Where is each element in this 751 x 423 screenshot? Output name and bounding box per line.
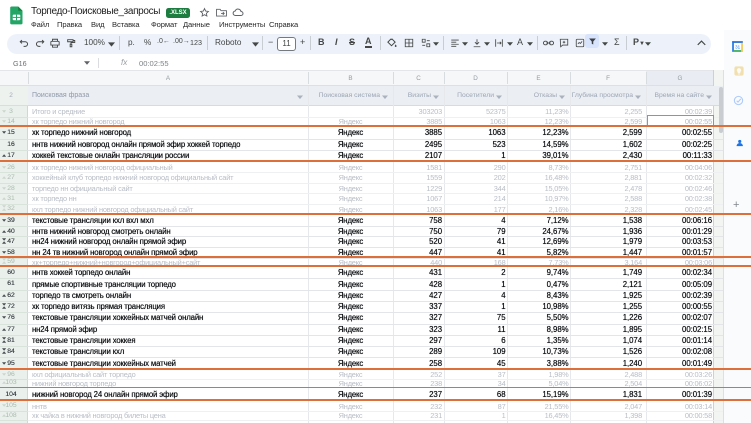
svg-text:31: 31 <box>735 44 741 49</box>
